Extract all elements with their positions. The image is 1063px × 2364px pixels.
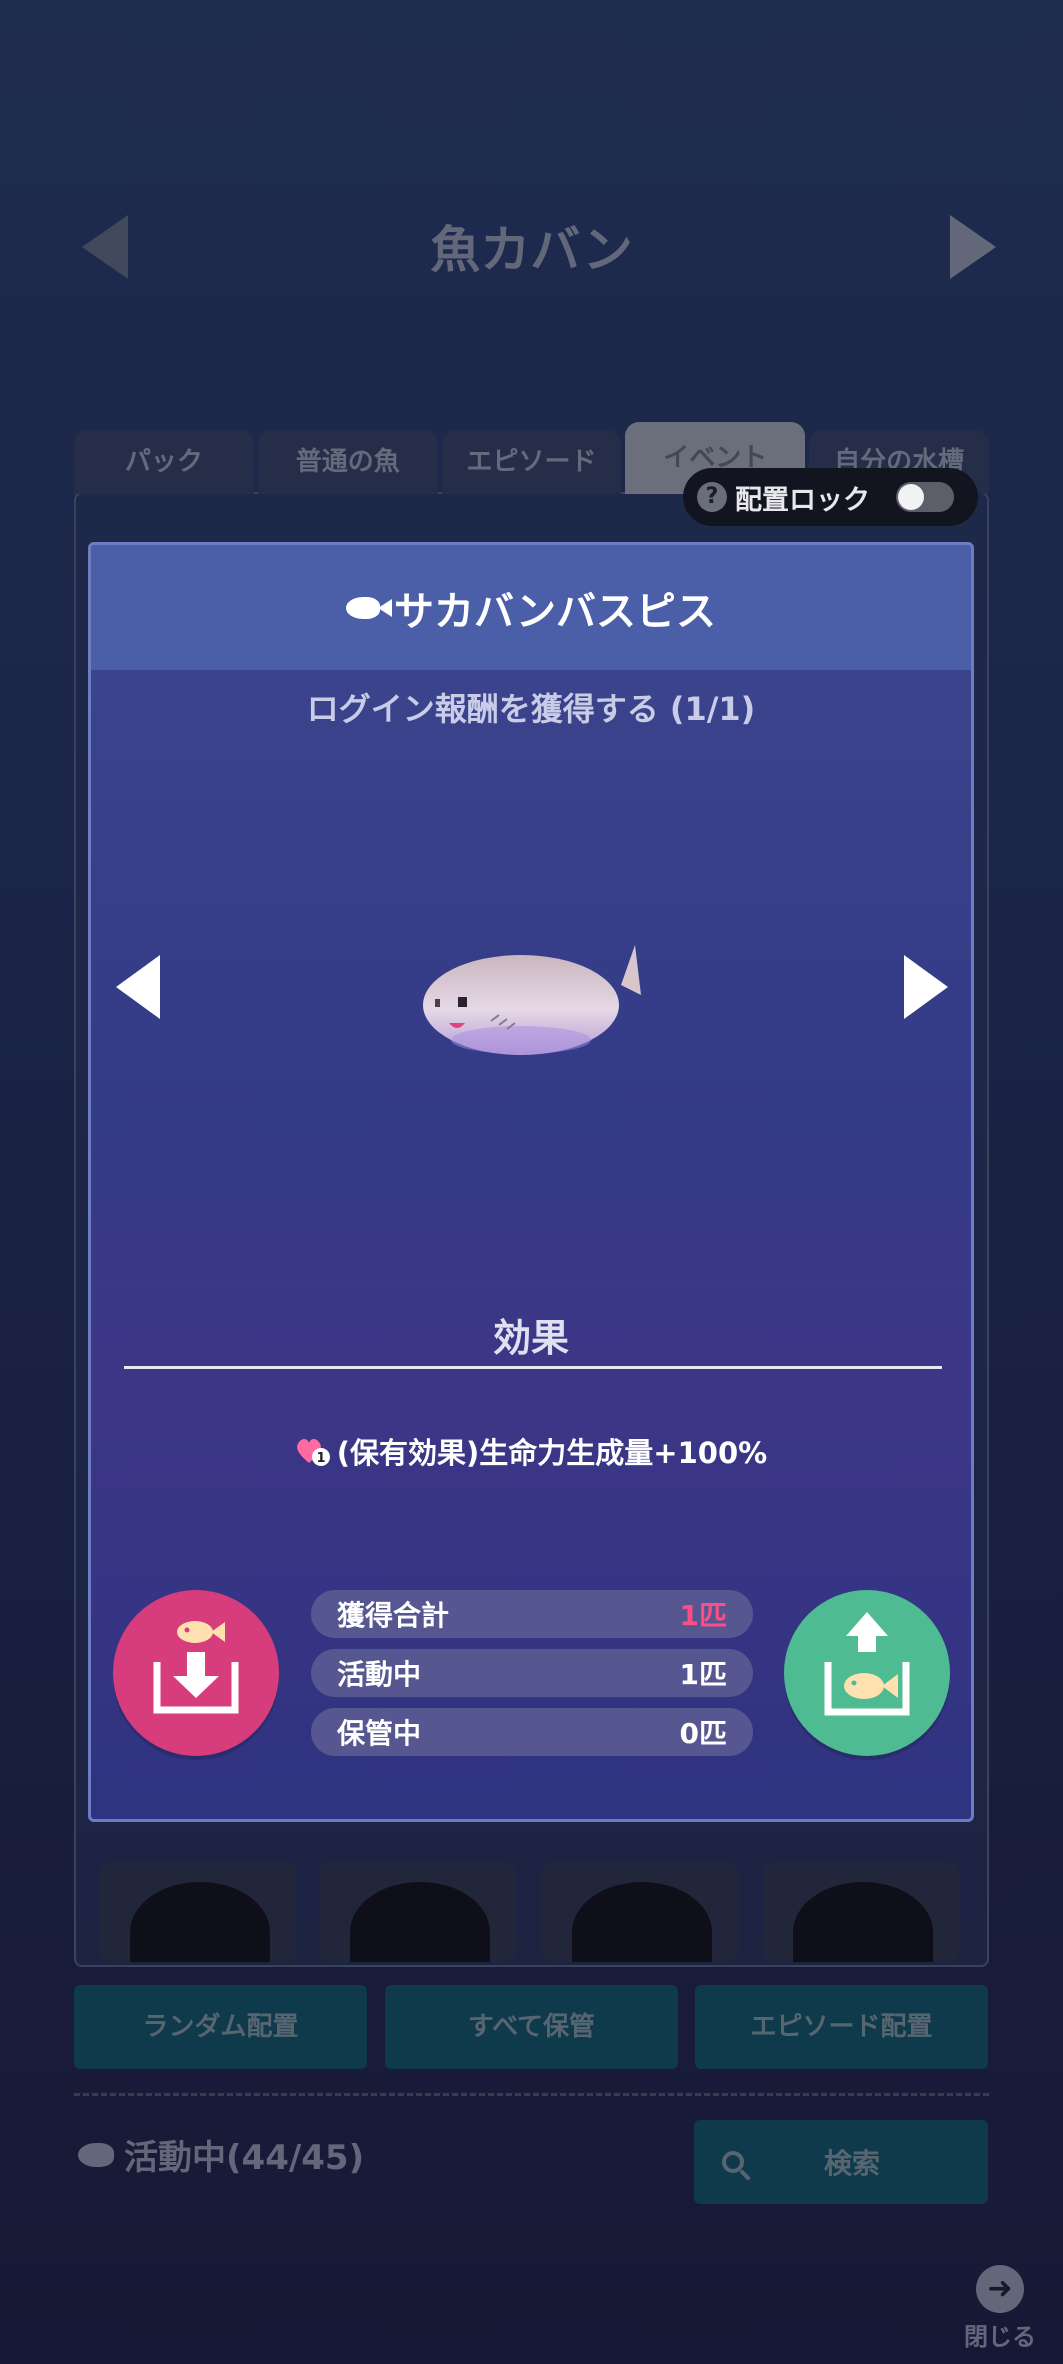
search-icon [722, 2151, 744, 2173]
tab-normal-fish[interactable]: 普通の魚 [257, 430, 438, 494]
thumb-1[interactable] [100, 1862, 296, 1962]
next-fish-arrow[interactable] [904, 955, 948, 1019]
search-button[interactable]: 検索 [694, 2120, 988, 2204]
place-icon [824, 1612, 910, 1716]
fish-icon [78, 2142, 114, 2167]
stat-stored-label: 保管中 [337, 1717, 422, 1750]
stat-stored-value: 0匹 [679, 1717, 727, 1750]
store-all-button[interactable]: すべて保管 [385, 1985, 678, 2069]
fish-silhouette [572, 1882, 712, 1962]
store-icon [153, 1621, 239, 1714]
lock-label: 配置ロック [735, 484, 870, 516]
thumb-2[interactable] [320, 1862, 516, 1962]
modal-header: サカバンバスピス [91, 545, 971, 670]
fish-icon [346, 596, 392, 619]
modal-title: サカバンバスピス [394, 588, 716, 635]
help-icon[interactable]: ? [697, 482, 727, 512]
fish-silhouette [130, 1882, 270, 1962]
stat-active-label: 活動中 [337, 1658, 422, 1691]
fish-detail-modal: サカバンバスピス ログイン報酬を獲得する (1/1) 効果 1 (保有効果)生命… [88, 542, 974, 1822]
lock-toggle[interactable] [896, 482, 954, 512]
toggle-knob [898, 484, 924, 510]
random-place-button[interactable]: ランダム配置 [74, 1985, 367, 2069]
prev-fish-arrow[interactable] [116, 955, 160, 1019]
fish-silhouette [350, 1882, 490, 1962]
placement-lock: ? 配置ロック [683, 468, 978, 526]
place-fish-button[interactable] [784, 1590, 950, 1756]
fish-silhouette [793, 1882, 933, 1962]
next-screen-arrow[interactable] [950, 215, 996, 279]
episode-place-button[interactable]: エピソード配置 [695, 1985, 988, 2069]
modal-subtitle: ログイン報酬を獲得する (1/1) [306, 690, 756, 728]
stat-total-label: 獲得合計 [337, 1599, 450, 1632]
effect-text: (保有効果)生命力生成量+100% [336, 1436, 768, 1470]
active-count-label: 活動中(44/45) [124, 2138, 365, 2178]
store-fish-button[interactable] [113, 1590, 279, 1756]
thumb-4[interactable] [763, 1862, 959, 1962]
stat-stored: 保管中 0匹 [311, 1708, 753, 1756]
effect-heading: 効果 [492, 1316, 569, 1360]
fish-image [423, 945, 641, 1055]
stat-active-value: 1匹 [679, 1658, 727, 1691]
search-label: 検索 [824, 2147, 881, 2180]
arrow-right-icon: ➜ [976, 2265, 1024, 2313]
stat-total: 獲得合計 1匹 [311, 1590, 753, 1638]
thumb-3[interactable] [542, 1862, 738, 1962]
tab-episode[interactable]: エピソード [441, 430, 622, 494]
stat-active: 活動中 1匹 [311, 1649, 753, 1697]
dashed-divider [74, 2093, 989, 2096]
heart-icon: 1 [296, 1439, 330, 1466]
effect-row: 1 (保有効果)生命力生成量+100% [91, 1430, 971, 1472]
close-button[interactable]: ➜ 閉じる [960, 2265, 1040, 2352]
stat-total-value: 1匹 [679, 1599, 727, 1632]
screen-title: 魚カバン [430, 221, 633, 279]
close-label: 閉じる [964, 2323, 1036, 2351]
effect-badge: 1 [316, 1451, 325, 1466]
tab-pack[interactable]: パック [74, 430, 254, 494]
active-count: 活動中(44/45) [78, 2130, 364, 2179]
effect-divider [124, 1366, 942, 1369]
